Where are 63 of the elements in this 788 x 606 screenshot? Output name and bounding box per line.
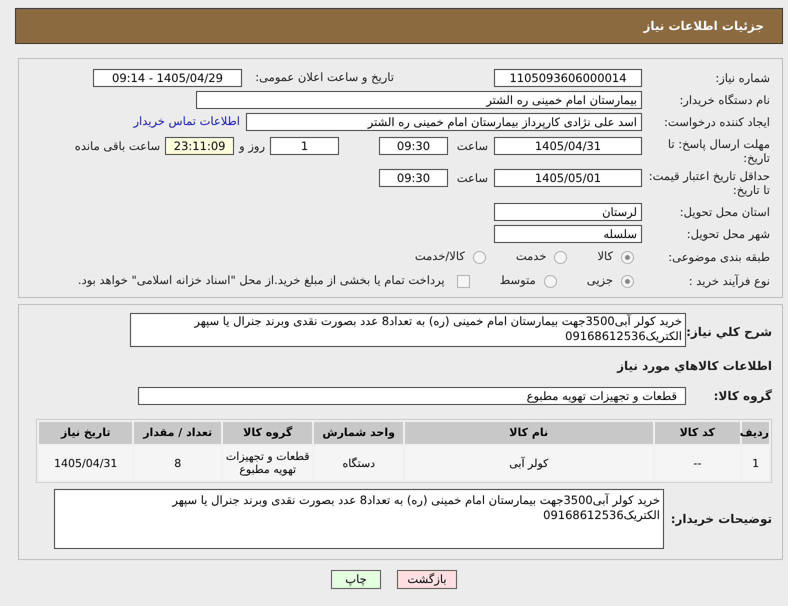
column-header: تعداد / مقدار <box>134 422 221 444</box>
text-field[interactable]: 1405/04/31 <box>494 137 642 155</box>
text-field[interactable]: 23:11:09 <box>165 137 234 155</box>
radio-label: متوسط <box>500 272 536 290</box>
table-cell: 1 <box>742 446 769 480</box>
text-field[interactable]: 09:30 <box>379 137 448 155</box>
radio-label: کالا/خدمت <box>414 248 465 266</box>
radio-button[interactable] <box>621 274 634 288</box>
text-field[interactable]: لرستان <box>494 203 642 221</box>
text-field[interactable]: 1 <box>270 137 339 155</box>
description-textarea[interactable]: خرید کولر آبی3500جهت بیمارستان امام خمینی (ره) به تعداد8 عدد بصورت نقدی وبرند جنرال یا سپهر الکتریک09168612536 <box>130 313 686 347</box>
print-button[interactable]: چاپ <box>331 570 381 589</box>
section-title: اطلاعات کالاهاي مورد نیاز <box>617 359 772 373</box>
field-label: گروه کالا: <box>712 388 773 405</box>
field-label: شماره نیاز: <box>714 71 771 85</box>
text-field[interactable]: بیمارستان امام خمینی ره الشتر <box>196 91 642 109</box>
text-field[interactable]: 1405/05/01 <box>494 169 642 187</box>
field-label: ساعت <box>456 170 488 187</box>
field-label: نوع فرآیند خرید : <box>688 274 771 288</box>
radio-button[interactable] <box>621 250 634 264</box>
text-field[interactable]: اسد علی نژادی کارپرداز بیمارستان امام خمینی ره الشتر <box>246 113 642 131</box>
column-header: نام کالا <box>404 422 652 444</box>
back-button[interactable]: بازگشت <box>397 570 457 589</box>
table-cell: کولر آبی <box>405 446 653 480</box>
table-cell: قطعات و تجهیزات تهویه مطبوع <box>222 446 312 480</box>
column-header: تاریخ نیاز <box>39 422 132 444</box>
column-header: کد کالا <box>654 422 740 444</box>
column-header: واحد شمارش <box>314 422 403 444</box>
field-label: ساعت باقی مانده <box>74 138 160 155</box>
contact-link[interactable]: اطلاعات تماس خریدار <box>133 113 240 131</box>
field-label: ساعت <box>456 138 488 155</box>
radio-button[interactable] <box>554 250 568 264</box>
field-label: شهر محل تحویل: <box>686 227 771 241</box>
text-field[interactable]: 09:30 <box>379 169 448 187</box>
field-label: طبقه بندی موضوعی: <box>667 250 771 264</box>
notes-textarea[interactable]: خرید کولر آبی3500جهت بیمارستان امام خمینی (ره) به تعداد8 عدد بصورت نقدی وبرند جنرال یا سپهر الکتریک09168612536 <box>54 489 664 549</box>
radio-label: خدمت <box>516 248 546 266</box>
field-label: توضیحات خریدار: <box>670 511 773 528</box>
table-cell: 1405/04/31 <box>38 446 132 480</box>
table-cell: دستگاه <box>314 446 403 480</box>
field-label: مهلت ارسال پاسخ: تا تاریخ: <box>666 137 771 165</box>
group-field[interactable]: قطعات و تجهیزات تهویه مطبوع <box>138 387 686 405</box>
column-header: گروه کالا <box>222 422 312 444</box>
page-title: جزئیات اطلاعات نیاز <box>643 18 764 35</box>
table-cell: 8 <box>134 446 221 480</box>
radio-label: جزیی <box>586 272 613 290</box>
checkbox[interactable] <box>456 274 470 288</box>
field-label: حداقل تاریخ اعتبار قیمت: تا تاریخ: <box>648 169 771 197</box>
table-cell: -- <box>654 446 740 480</box>
field-label: تاریخ و ساعت اعلان عمومی: <box>254 69 395 86</box>
field-label: استان محل تحویل: <box>678 205 771 219</box>
column-header: ردیف <box>742 422 769 444</box>
checkbox-label: پرداخت تمام یا بخشی از مبلغ خرید.از محل "اسناد خزانه اسلامی" خواهد بود. <box>78 272 445 290</box>
field-label: ایجاد کننده درخواست: <box>663 115 771 129</box>
text-field[interactable]: 1405/04/29 - 09:14 <box>93 69 242 87</box>
radio-button[interactable] <box>472 250 486 264</box>
field-label: شرح کلي نیاز: <box>686 324 773 341</box>
field-label: روز و <box>239 138 265 155</box>
radio-button[interactable] <box>544 274 557 288</box>
text-field[interactable]: سلسله <box>494 225 642 243</box>
text-field[interactable]: 1105093606000014 <box>494 69 642 87</box>
field-label: نام دستگاه خریدار: <box>678 93 771 107</box>
radio-label: کالا <box>597 248 613 266</box>
